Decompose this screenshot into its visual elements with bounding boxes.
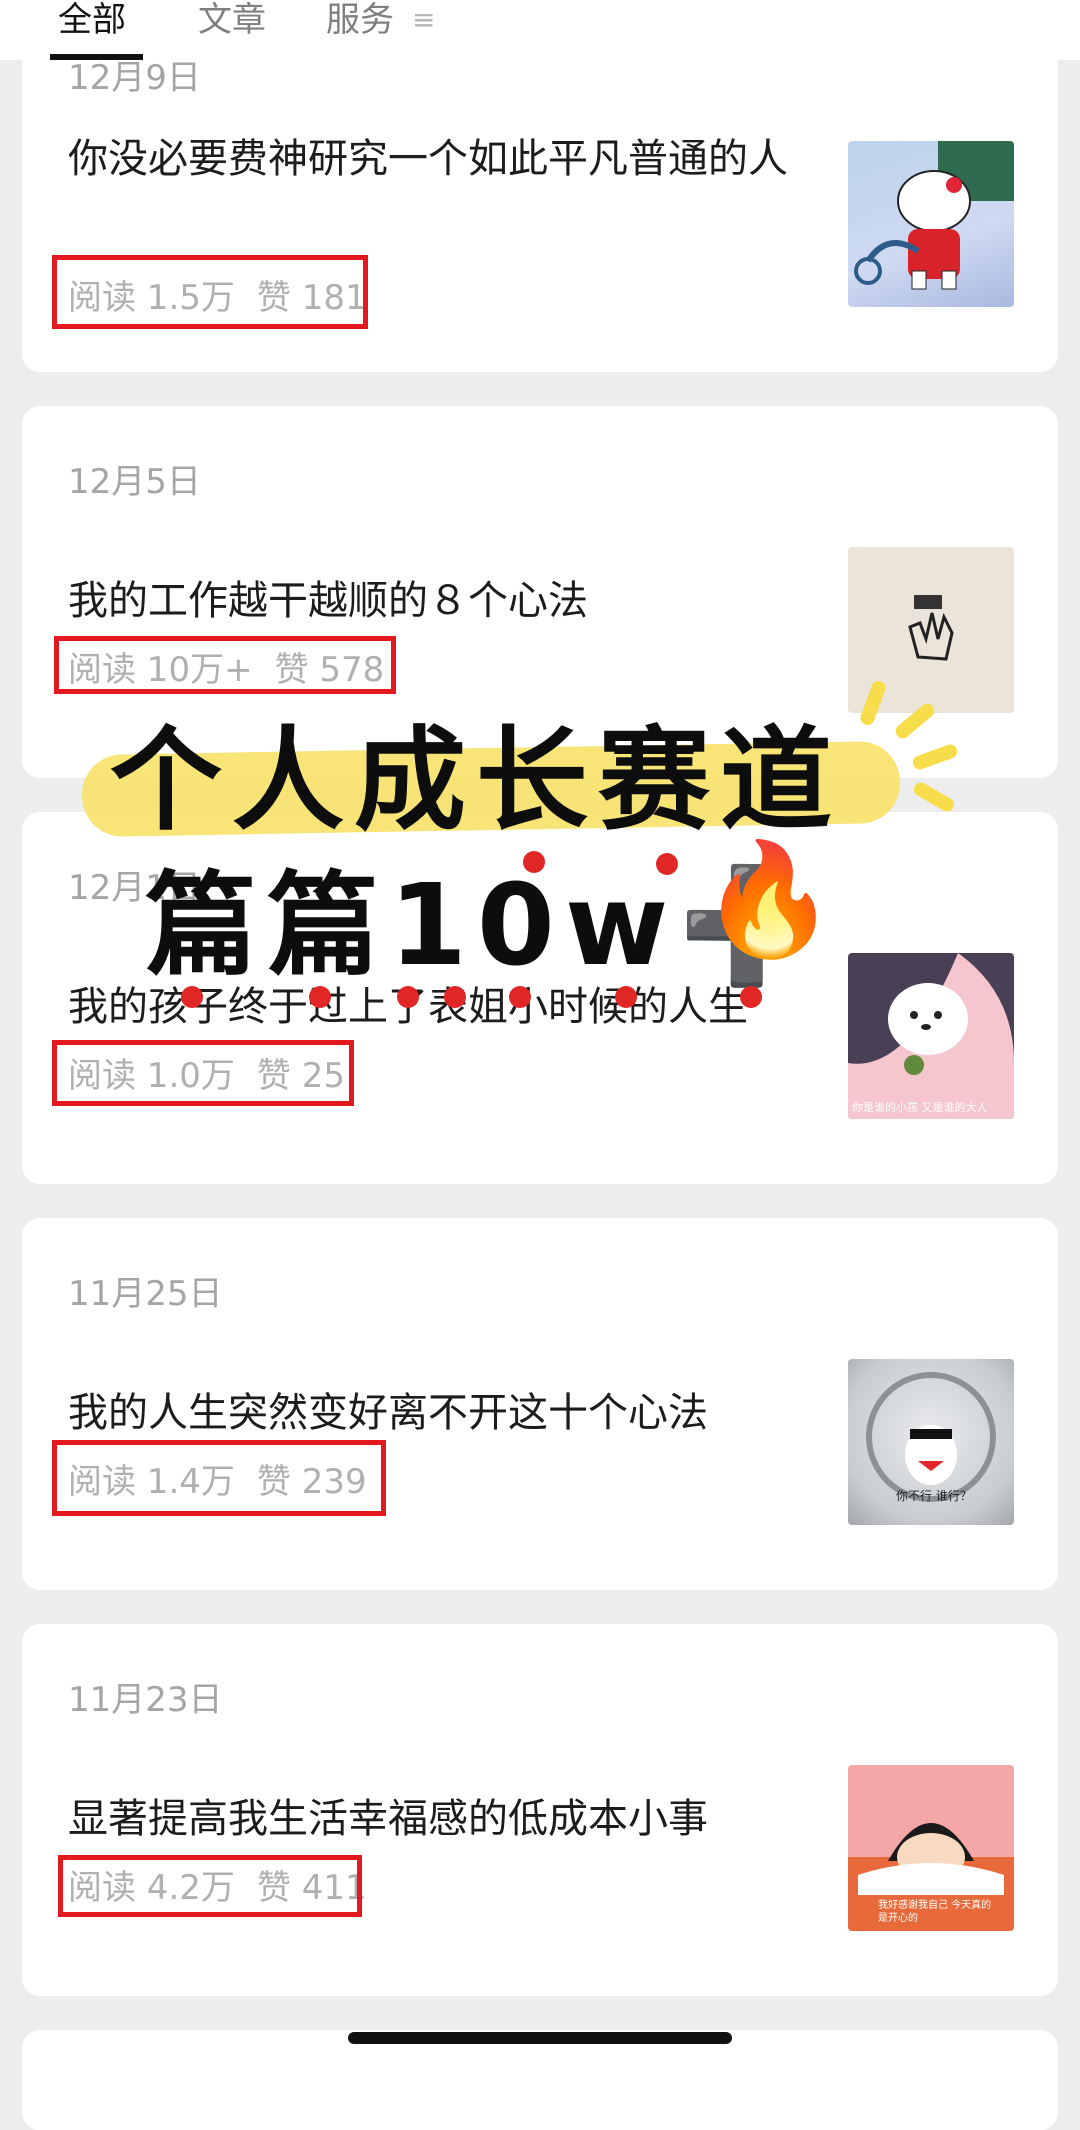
home-indicator[interactable] (348, 2032, 732, 2044)
menu-icon[interactable]: ≡ (412, 0, 435, 40)
article-thumbnail (848, 141, 1014, 307)
white-dog-icon (848, 953, 1014, 1119)
sparkle-mark (911, 779, 957, 815)
article-title: 我的人生突然变好离不开这十个心法 (68, 1390, 708, 1436)
stats-highlight-box (52, 1440, 386, 1516)
article-title: 我的工作越干越顺的８个心法 (68, 578, 588, 624)
stats-highlight-box (52, 255, 368, 329)
article-date: 12月5日 (68, 462, 201, 502)
tab-services[interactable]: 服务 (326, 0, 394, 44)
thumbnail-caption: 我好感谢我自己 今天真的是开心的 (878, 1900, 992, 1924)
article-title: 你没必要费神研究一个如此平凡普通的人 (68, 136, 788, 182)
stats-highlight-box (52, 1040, 354, 1106)
article-date: 12月1日 (68, 868, 201, 908)
article-card[interactable]: 12月1日 我的孩子终于过上了表姐小时候的人生 阅读 1.0万赞 25 你是谁的… (22, 812, 1058, 1184)
article-card[interactable]: 12月5日 我的工作越干越顺的８个心法 阅读 10万+ 赞 578 (22, 406, 1058, 778)
article-date: 11月25日 (68, 1274, 223, 1314)
article-title: 我的孩子终于过上了表姐小时候的人生 (68, 984, 748, 1030)
stats-highlight-box (58, 1855, 362, 1917)
article-card-partial[interactable] (22, 2030, 1058, 2130)
article-thumbnail (848, 547, 1014, 713)
tab-bar: 全部 文章 服务 ≡ (0, 0, 1080, 60)
thumbnail-caption: 你是谁的小孩 又是谁的大人 (852, 1101, 988, 1114)
active-tab-indicator (50, 54, 143, 60)
article-card[interactable]: 11月23日 显著提高我生活幸福感的低成本小事 阅读 4.2万赞 411 我好感… (22, 1624, 1058, 1996)
tab-all[interactable]: 全部 (58, 0, 126, 44)
tab-articles[interactable]: 文章 (198, 0, 266, 44)
stats-highlight-box (54, 636, 396, 694)
article-thumbnail: 你不行 谁行？ (848, 1359, 1014, 1525)
article-thumbnail: 你是谁的小孩 又是谁的大人 (848, 953, 1014, 1119)
hand-sketch-icon (908, 595, 954, 661)
article-card[interactable]: 11月25日 我的人生突然变好离不开这十个心法 阅读 1.4万赞 239 你不行… (22, 1218, 1058, 1590)
article-title: 显著提高我生活幸福感的低成本小事 (68, 1796, 708, 1842)
article-thumbnail: 我好感谢我自己 今天真的是开心的 (848, 1765, 1014, 1931)
hello-kitty-icon (854, 141, 1014, 290)
article-date: 11月23日 (68, 1680, 223, 1720)
thumbnail-caption: 你不行 谁行？ (896, 1489, 972, 1503)
